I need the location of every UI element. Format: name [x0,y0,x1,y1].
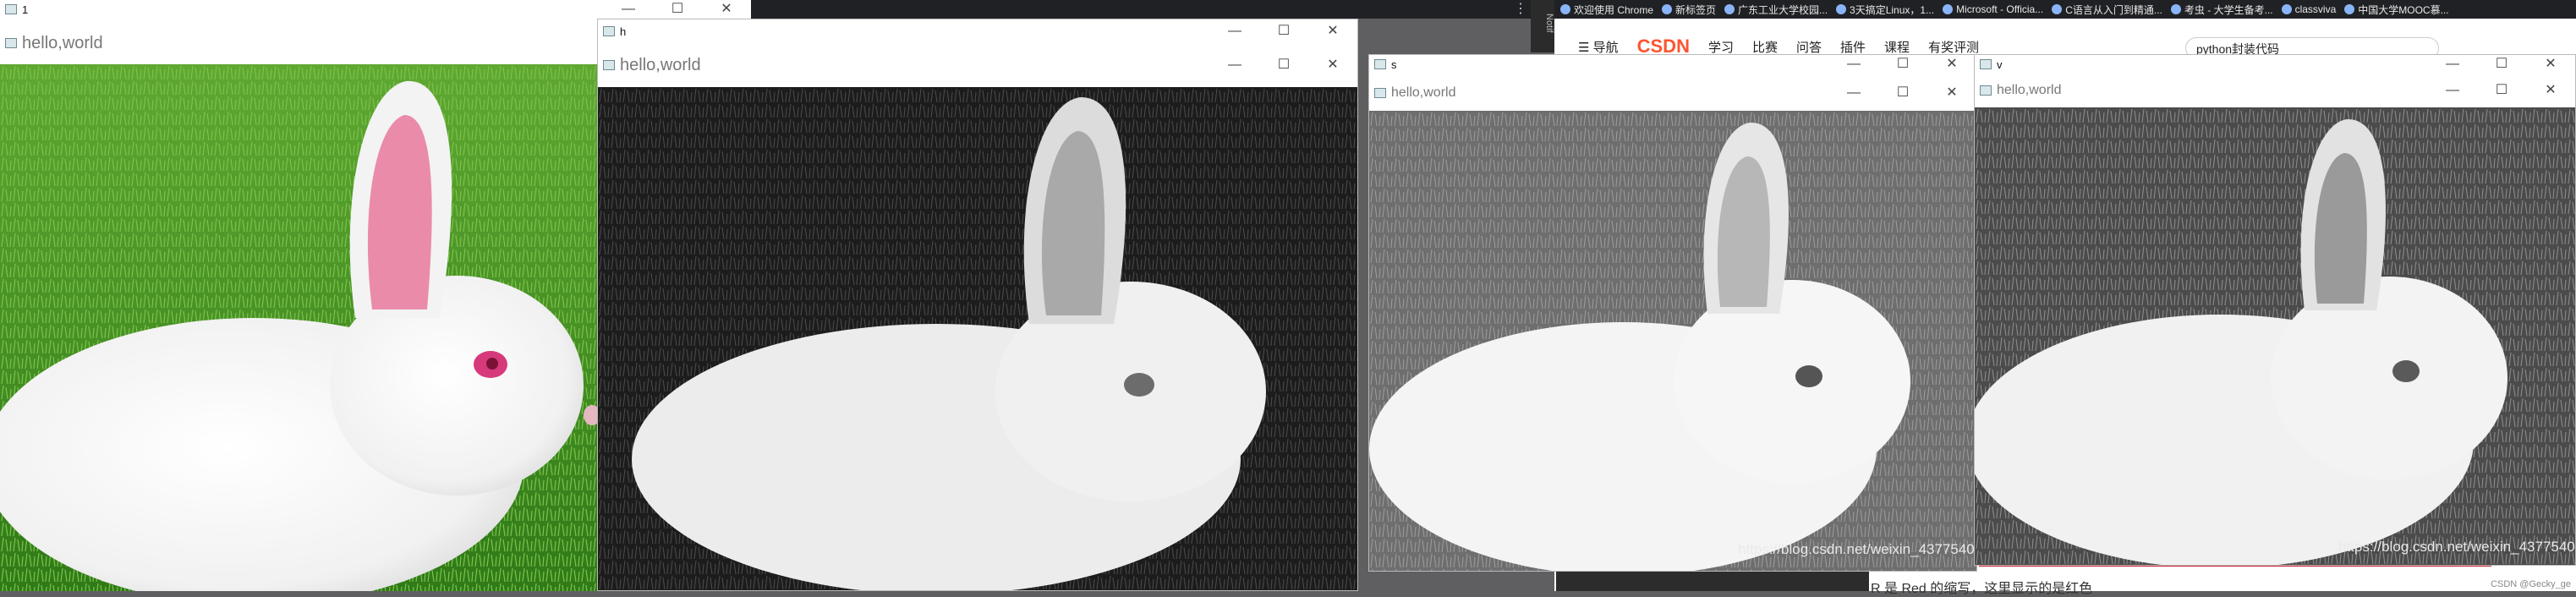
nav-item-qa[interactable]: 问答 [1796,38,1822,56]
bookmark-item[interactable]: Microsoft - Officia... [1943,3,2043,15]
minimize-icon[interactable]: — [1829,86,1878,100]
app-icon [603,26,615,36]
maximize-icon[interactable]: ☐ [1259,25,1308,38]
window-title: hello,world [1997,83,2062,97]
maximize-icon[interactable]: ☐ [2477,58,2526,71]
bookmark-icon [2052,4,2063,14]
minimize-icon[interactable]: — [1210,58,1259,72]
bookmark-label: Microsoft - Officia... [1956,3,2044,15]
bookmarks-list: 欢迎使用 Chrome 新标签页 广东工业大学校园... 3天搞定Linux，1… [1560,0,2449,19]
bookmark-icon [2281,4,2292,14]
bookmark-icon [2344,4,2355,14]
bookmark-item[interactable]: 新标签页 [1662,3,1716,17]
bookmark-item[interactable]: classviva [2281,3,2337,15]
minimize-icon[interactable]: — [2428,84,2477,97]
bookmark-icon [2170,4,2181,14]
window-title: s [1391,58,1397,71]
csdn-credit: CSDN @Gecky_ge [2491,579,2571,589]
nav-item-contest[interactable]: 比赛 [1752,38,1778,56]
csdn-watermark: https://blog.csdn.net/weixin_43775400 [2338,539,2576,555]
app-icon [1980,85,1992,96]
bookmark-label: 3天搞定Linux，1... [1850,3,1935,16]
minimize-icon[interactable]: — [2428,58,2477,71]
app-icon [5,4,17,14]
bookmark-label: 欢迎使用 Chrome [1574,3,1654,16]
window-title: 1 [22,3,29,16]
inner-titlebar[interactable]: hello,world — ☐ ✕ [1369,75,1976,111]
nav-item-guide[interactable]: ☰ 导航 [1578,38,1619,56]
close-icon[interactable]: ✕ [1308,58,1357,72]
bookmark-item[interactable]: 中国大学MOOC慕... [2344,3,2449,17]
window-title: h [620,25,627,38]
window-v: v — ☐ ✕ hello,world — ☐ ✕ https://blog.c… [1974,54,2576,566]
bookmark-item[interactable]: 广东工业大学校园... [1724,3,1828,17]
close-icon[interactable]: ✕ [2526,84,2575,97]
bookmark-icon [1662,4,1673,14]
outer-titlebar[interactable]: h — ☐ ✕ [598,19,1357,43]
outer-titlebar[interactable]: s — ☐ ✕ [1369,55,1976,74]
close-icon[interactable]: ✕ [1927,86,1976,100]
maximize-icon[interactable]: ☐ [1259,58,1308,72]
bookmark-icon [1943,4,1954,14]
close-icon[interactable]: ✕ [1927,58,1976,71]
bookmark-label: 广东工业大学校园... [1738,3,1828,16]
bookmark-label: classviva [2294,3,2337,15]
maximize-icon[interactable]: ☐ [1878,58,1927,71]
inner-titlebar[interactable]: hello,world — ☐ ✕ [598,45,1357,85]
bookmark-icon [1836,4,1847,14]
inner-titlebar[interactable]: hello,world — ☐ ✕ [1975,74,2575,107]
minimize-icon[interactable]: — [1210,25,1259,38]
nav-item-plugin[interactable]: 插件 [1840,38,1866,56]
bookmark-item[interactable]: 3天搞定Linux，1... [1836,3,1934,17]
app-icon [603,60,615,70]
maximize-icon[interactable]: ☐ [2477,84,2526,97]
bookmark-label: C语言从入门到精通... [2065,3,2162,16]
bookmark-label: 新标签页 [1675,3,1717,16]
bookmark-label: 考虫 - 大学生备考... [2184,3,2273,16]
bookmark-label: 中国大学MOOC慕... [2358,3,2449,16]
bookmark-item[interactable]: 考虫 - 大学生备考... [2170,3,2273,17]
app-icon [5,38,17,48]
maximize-icon[interactable]: ☐ [653,3,702,16]
window-title: hello,world [620,55,701,74]
window-title: v [1997,58,2003,71]
window-s: s — ☐ ✕ hello,world — ☐ ✕ https://blog.c… [1368,54,1977,572]
minimize-icon[interactable]: — [1829,58,1878,71]
app-icon [1980,59,1992,69]
kebab-menu-icon[interactable]: ⋮ [1514,3,1527,17]
app-icon [1374,59,1386,69]
outer-titlebar[interactable]: 1 — ☐ ✕ [0,0,751,19]
bookmark-item[interactable]: 欢迎使用 Chrome [1560,3,1653,17]
rabbit-color-image [0,64,597,591]
bookmark-icon [1724,4,1735,14]
rabbit-h-channel-image [598,87,1357,590]
minimize-icon[interactable]: — [604,3,653,16]
notification-sidebar[interactable]: Notif [1531,0,1554,52]
bookmark-item[interactable]: C语言从入门到精通... [2052,3,2162,17]
nav-item-learn[interactable]: 学习 [1708,38,1734,56]
article-text: R 是 Red 的缩写，这里显示的是红色 [1871,582,2093,596]
rabbit-s-channel-image [1369,111,1976,571]
close-icon[interactable]: ✕ [1308,25,1357,38]
window-title: hello,world [1391,85,1456,100]
rabbit-v-channel-image [1975,107,2575,565]
outer-titlebar[interactable]: v — ☐ ✕ [1975,55,2575,74]
nav-item-course[interactable]: 课程 [1884,38,1910,56]
csdn-watermark: https://blog.csdn.net/weixin_43775400 [1738,541,1977,557]
maximize-icon[interactable]: ☐ [1878,86,1927,100]
window-title: hello,world [22,33,103,52]
window-h: h — ☐ ✕ hello,world — ☐ ✕ [597,19,1358,591]
bookmark-icon [1560,4,1570,14]
nav-item-review[interactable]: 有奖评测 [1928,38,1979,56]
close-icon[interactable]: ✕ [2526,58,2575,71]
close-icon[interactable]: ✕ [702,3,751,16]
app-icon [1374,88,1386,98]
